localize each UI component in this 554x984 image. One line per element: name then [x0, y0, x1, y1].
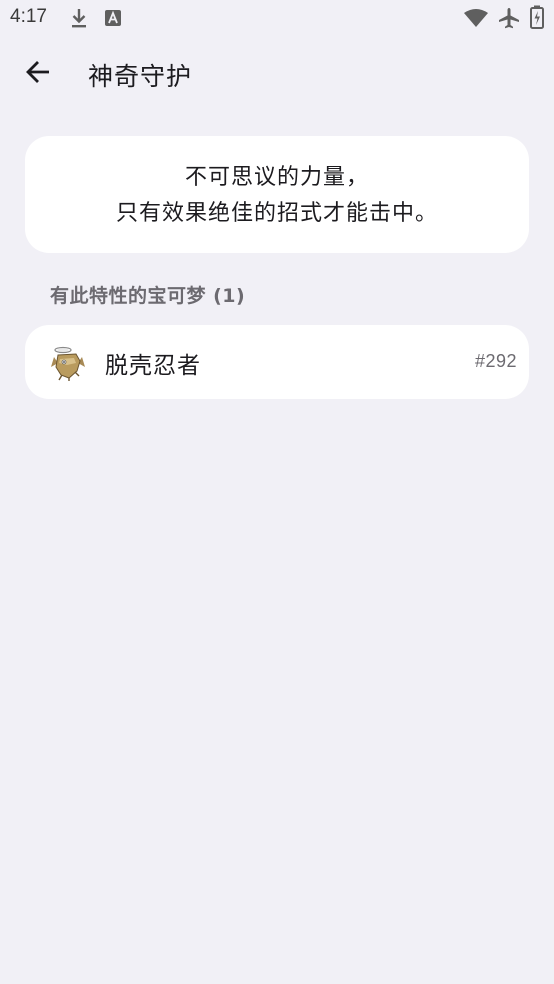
section-header: 有此特性的宝可梦 (1) — [50, 285, 246, 307]
description-line-1: 不可思议的力量， — [184, 165, 369, 190]
page-title: 神奇守护 — [88, 62, 193, 91]
download-icon — [70, 7, 88, 33]
battery-icon — [530, 5, 544, 33]
status-time: 4:17 — [10, 6, 47, 27]
wifi-icon — [463, 8, 489, 32]
app-bar: 神奇守护 — [0, 38, 554, 110]
back-button[interactable] — [16, 52, 60, 96]
description-line-2: 只有效果绝佳的招式才能击中。 — [115, 201, 438, 226]
shedinja-sprite-icon — [50, 345, 86, 381]
status-bar: 4:17 — [0, 0, 554, 38]
airplane-icon — [497, 6, 521, 34]
arrow-back-icon — [24, 58, 52, 90]
pokemon-name: 脱壳忍者 — [105, 353, 201, 379]
pokemon-number: #292 — [474, 351, 517, 371]
ability-description-card: 不可思议的力量， 只有效果绝佳的招式才能击中。 — [25, 136, 529, 253]
font-a-icon — [104, 9, 122, 31]
pokemon-list-item[interactable]: 脱壳忍者 #292 — [25, 325, 529, 399]
